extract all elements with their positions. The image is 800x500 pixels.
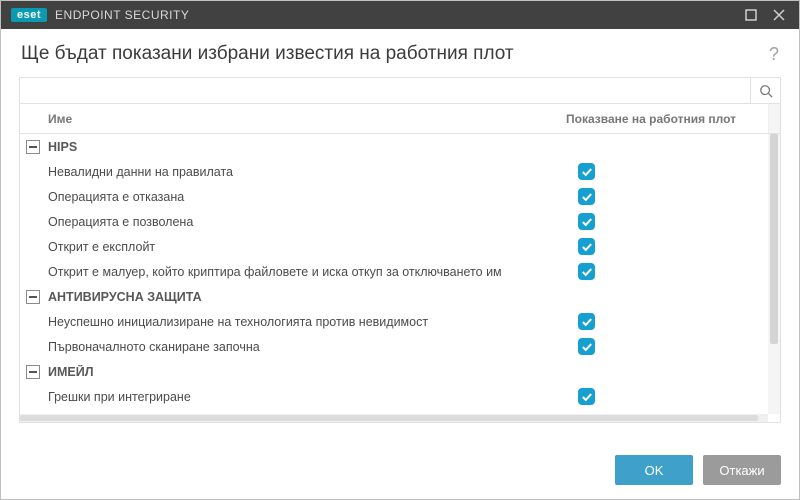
check-icon [581,217,593,227]
group-row[interactable]: АНТИВИРУСНА ЗАЩИТА [20,284,768,309]
check-icon [581,392,593,402]
group-row[interactable]: ИМЕЙЛ [20,359,768,384]
check-icon [581,317,593,327]
app-window: eset ENDPOINT SECURITY Ще бъдат показани… [0,0,800,500]
show-on-desktop-checkbox[interactable] [578,213,595,230]
show-on-desktop-checkbox[interactable] [578,263,595,280]
horizontal-scrollbar-thumb[interactable] [20,415,758,421]
item-label: Открит е експлойт [20,240,578,254]
search-icon [759,84,773,98]
group-title: HIPS [48,140,768,154]
close-icon [773,9,785,21]
scrollbar-stub [768,104,780,133]
page-title: Ще бъдат показани избрани известия на ра… [21,43,514,65]
item-row[interactable]: Първоначалното сканиране започна [20,334,768,359]
search-button[interactable] [750,78,780,103]
item-row[interactable]: Невалидни данни на правилата [20,159,768,184]
window-close-button[interactable] [765,1,793,29]
item-label: Невалидни данни на правилата [20,165,578,179]
footer: OK Откажи [1,441,799,499]
collapse-icon[interactable] [26,290,40,304]
vertical-scrollbar-thumb[interactable] [770,134,778,344]
show-on-desktop-checkbox[interactable] [578,188,595,205]
brand-name: ENDPOINT SECURITY [55,8,189,22]
heading-row: Ще бъдат показани избрани известия на ра… [1,29,799,77]
group-row[interactable]: HIPS [20,134,768,159]
show-on-desktop-checkbox[interactable] [578,388,595,405]
show-on-desktop-checkbox[interactable] [578,163,595,180]
item-label: Грешки при интегриране [20,390,578,404]
item-row[interactable]: Открит е експлойт [20,234,768,259]
check-icon [581,342,593,352]
ok-button[interactable]: OK [615,455,693,485]
item-row[interactable]: Неуспешно инициализиране на технологията… [20,309,768,334]
search-row [20,78,780,104]
item-label: Първоначалното сканиране започна [20,340,578,354]
item-row[interactable]: Операцията е отказана [20,184,768,209]
column-header-show[interactable]: Показване на работния плот [566,112,768,126]
window-minimize-button[interactable] [737,1,765,29]
group-title: АНТИВИРУСНА ЗАЩИТА [48,290,768,304]
show-on-desktop-checkbox[interactable] [578,313,595,330]
table-body: HIPS Невалидни данни на правилата Операция… [20,134,780,422]
show-on-desktop-checkbox[interactable] [578,338,595,355]
item-label: Операцията е отказана [20,190,578,204]
check-icon [581,242,593,252]
square-icon [745,9,757,21]
table-header: Име Показване на работния плот [20,104,780,134]
group-title: ИМЕЙЛ [48,365,768,379]
brand-badge: eset [11,8,47,22]
item-row[interactable]: Грешки при интегриране [20,384,768,409]
column-header-name[interactable]: Име [20,112,566,126]
collapse-icon[interactable] [26,140,40,154]
show-on-desktop-checkbox[interactable] [578,238,595,255]
search-input[interactable] [20,78,750,103]
content-panel: Име Показване на работния плот HIPS Невал… [19,77,781,423]
check-icon [581,192,593,202]
item-label: Операцията е позволена [20,215,578,229]
check-icon [581,167,593,177]
cancel-button[interactable]: Откажи [703,455,781,485]
help-button[interactable]: ? [769,44,779,65]
check-icon [581,267,593,277]
item-label: Открит е малуер, който криптира файловет… [20,265,578,279]
item-label: Неуспешно инициализиране на технологията… [20,315,578,329]
vertical-scrollbar[interactable] [768,134,780,414]
collapse-icon[interactable] [26,365,40,379]
item-row[interactable]: Операцията е позволена [20,209,768,234]
titlebar: eset ENDPOINT SECURITY [1,1,799,29]
item-row[interactable]: Открит е малуер, който криптира файловет… [20,259,768,284]
horizontal-scrollbar[interactable] [20,414,768,422]
